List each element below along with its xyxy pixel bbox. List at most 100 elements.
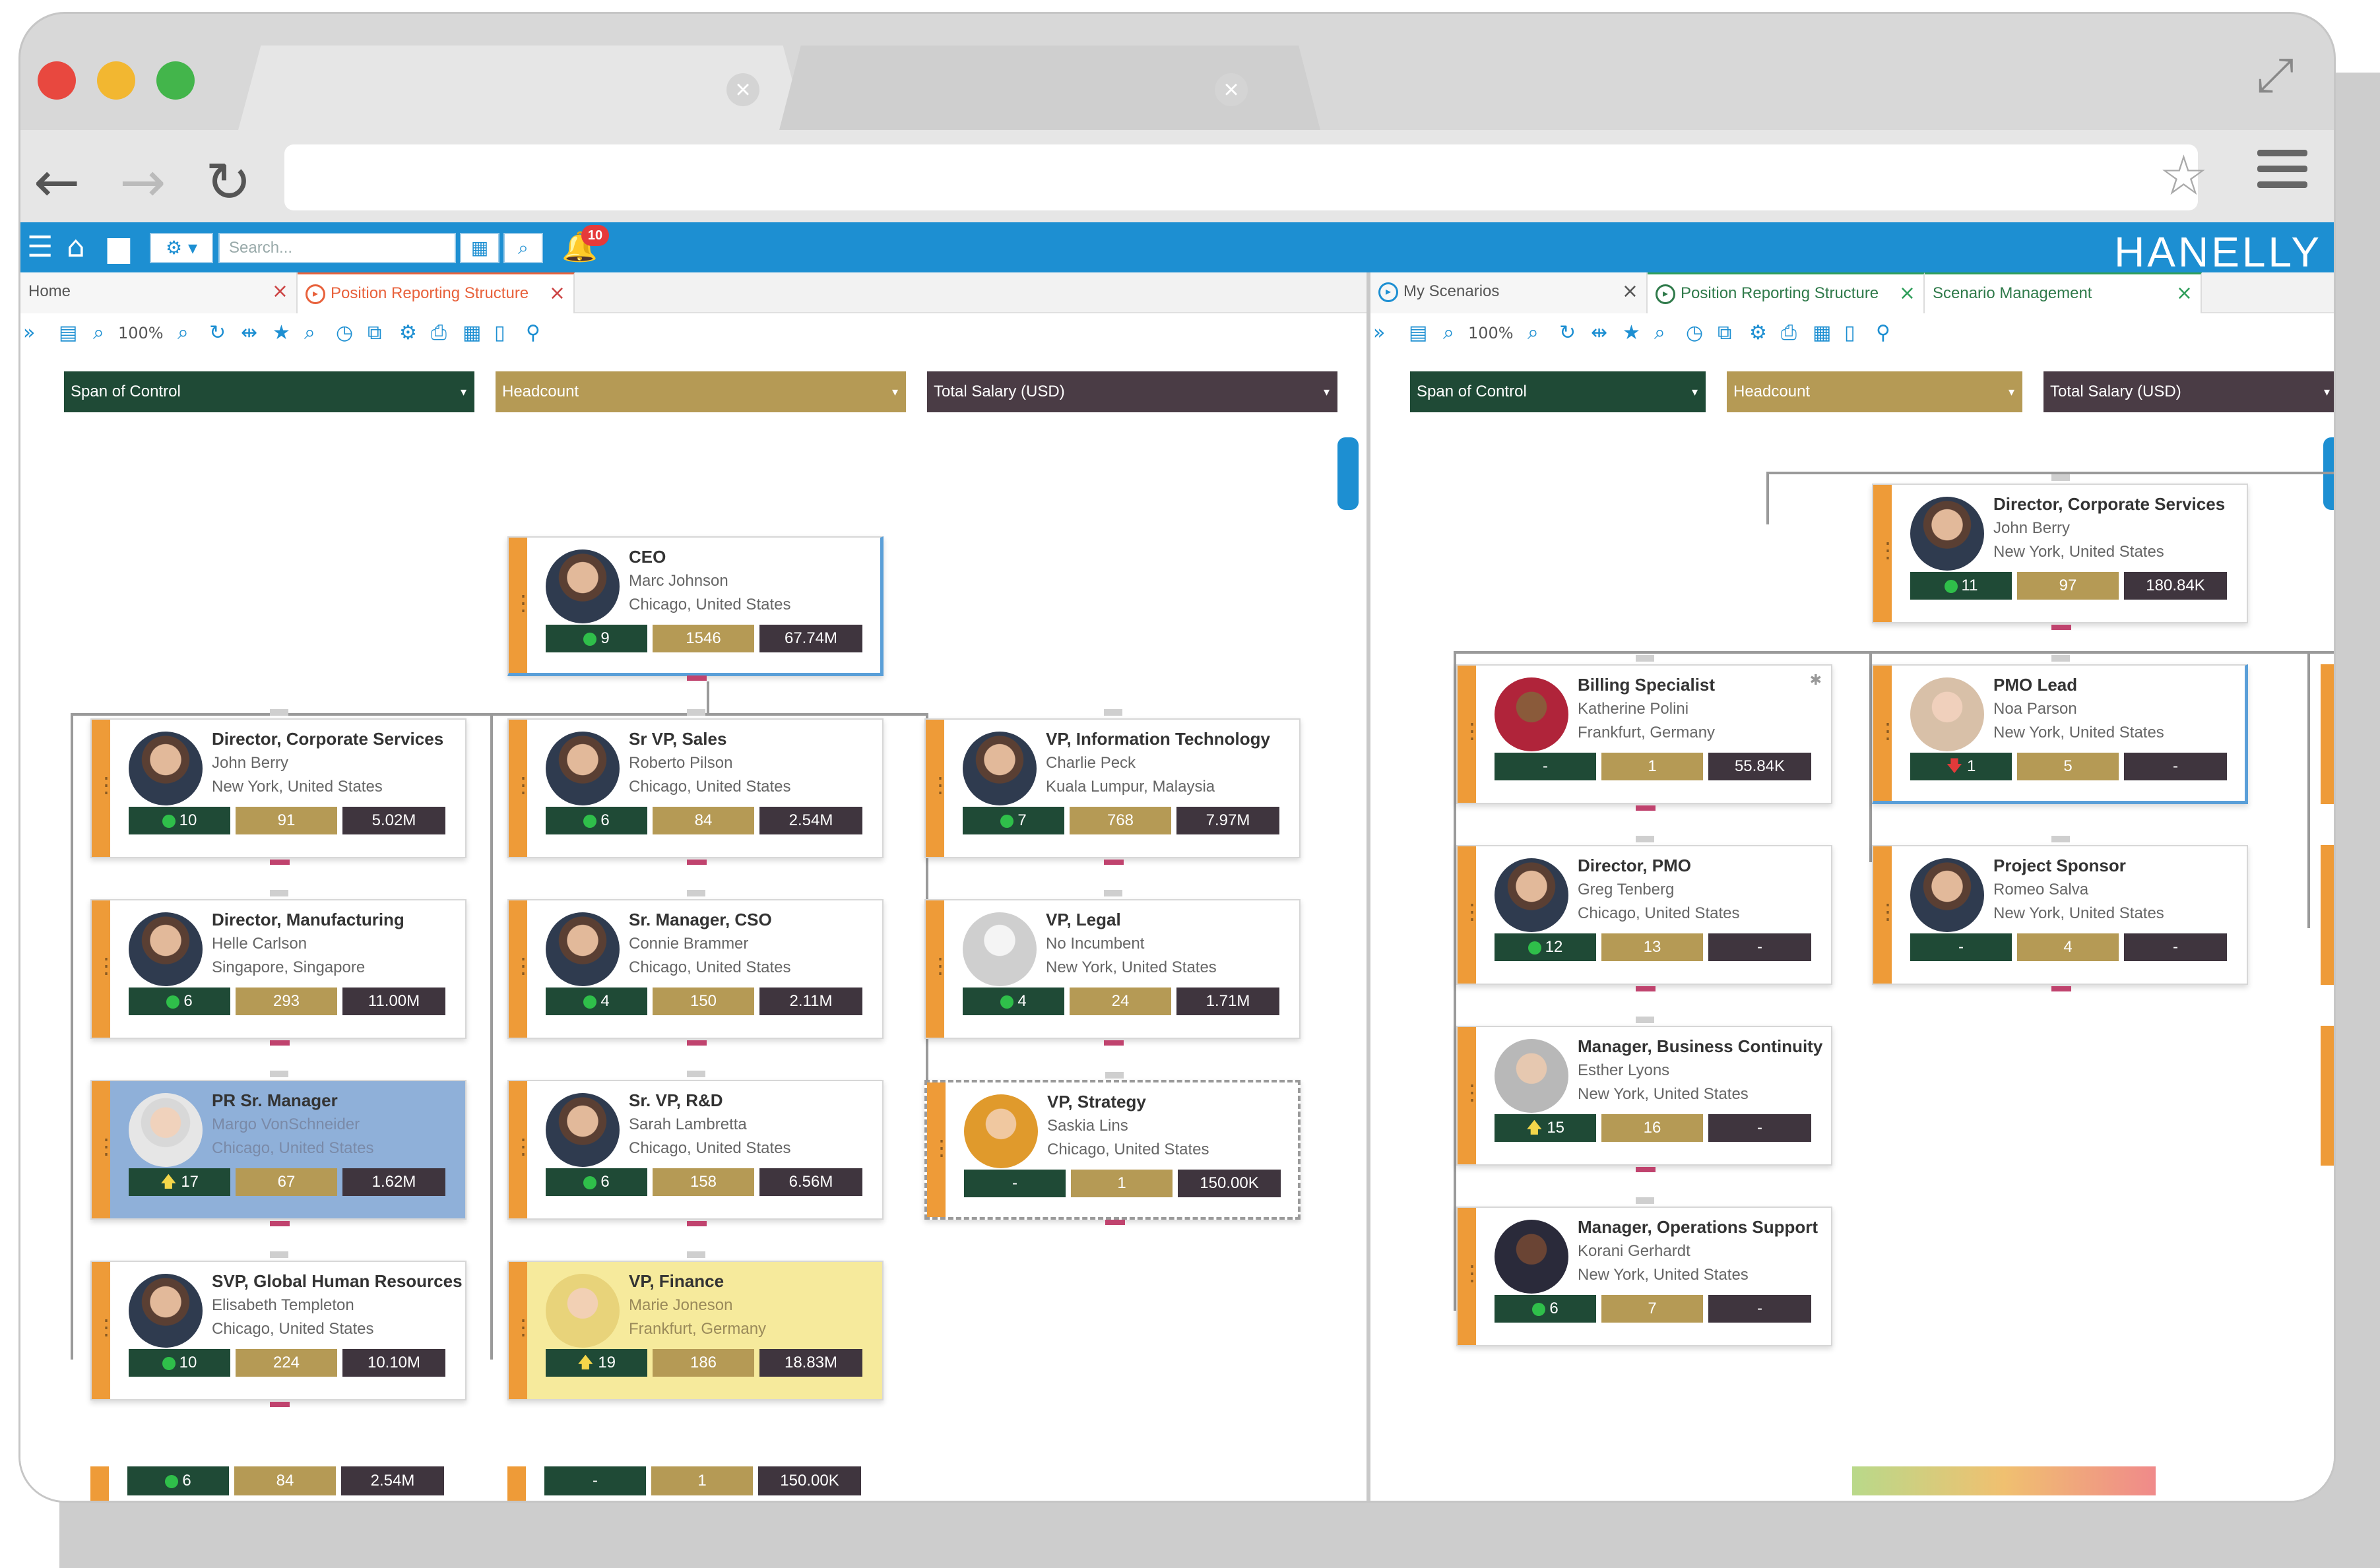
close-icon[interactable]: × xyxy=(1622,272,1638,311)
export-icon[interactable]: ▦ xyxy=(463,321,481,344)
browser-tab-2[interactable]: × xyxy=(779,46,1320,130)
expand-nub[interactable] xyxy=(1104,1040,1124,1046)
browser-tab-1[interactable]: × xyxy=(238,46,806,130)
tree-view-icon[interactable]: ▤ xyxy=(59,321,77,344)
org-card[interactable]: Director, Manufacturing Helle Carlson Si… xyxy=(90,890,466,1046)
tab-position-reporting[interactable]: ▸ Position Reporting Structure × xyxy=(298,272,575,313)
expand-nub[interactable] xyxy=(687,675,707,681)
expand-nub[interactable] xyxy=(2051,625,2071,630)
expand-nub[interactable] xyxy=(1636,805,1656,811)
metric-span-dropdown[interactable]: Span of Control ▾ xyxy=(64,371,474,412)
home-icon[interactable]: ⌂ xyxy=(67,232,85,263)
card-handle[interactable] xyxy=(92,900,117,1038)
search-icon[interactable]: ⌕ xyxy=(503,233,543,263)
zoom-out-icon[interactable]: ⌕ xyxy=(93,321,104,344)
zoom-out-icon[interactable]: ⌕ xyxy=(1443,321,1454,344)
collapse-icon[interactable]: » xyxy=(23,321,35,344)
org-card[interactable]: Billing Specialist Katherine Polini Fran… xyxy=(1456,655,1832,811)
close-icon[interactable]: × xyxy=(1899,274,1915,313)
org-card[interactable]: Manager, Operations Support Korani Gerha… xyxy=(1456,1197,1832,1346)
tab-home[interactable]: Home × xyxy=(20,272,298,313)
org-card[interactable]: VP, Strategy Saskia Lins Chicago, United… xyxy=(924,1072,1301,1225)
back-icon[interactable]: ← xyxy=(34,150,80,214)
org-card[interactable]: Director, PMO Greg Tenberg Chicago, Unit… xyxy=(1456,836,1832,991)
card-handle[interactable] xyxy=(1873,666,1898,801)
export-icon[interactable]: ▦ xyxy=(1813,321,1831,344)
document-icon[interactable]: ▆ xyxy=(108,232,130,263)
copy-icon[interactable]: ⧉ xyxy=(368,321,381,344)
pin-icon[interactable]: ⚲ xyxy=(526,321,540,344)
find-icon[interactable]: ⌕ xyxy=(1654,321,1665,344)
org-card[interactable]: VP, Legal No Incumbent New York, United … xyxy=(924,890,1301,1046)
metric-salary-dropdown[interactable]: Total Salary (USD) ▾ xyxy=(2043,371,2334,412)
org-card[interactable]: Sr. VP, R&D Sarah Lambretta Chicago, Uni… xyxy=(507,1071,884,1226)
print-icon[interactable]: ⎙ xyxy=(1781,321,1797,344)
expand-nub[interactable] xyxy=(1104,860,1124,865)
metric-headcount-dropdown[interactable]: Headcount ▾ xyxy=(1727,371,2022,412)
org-card[interactable]: Sr VP, Sales Roberto Pilson Chicago, Uni… xyxy=(507,709,884,865)
refresh-icon[interactable]: ↻ xyxy=(209,321,226,344)
settings-icon[interactable]: ⚙ xyxy=(399,321,417,344)
card-handle[interactable] xyxy=(1873,846,1898,984)
card-handle[interactable] xyxy=(509,1081,534,1218)
expand-nub[interactable] xyxy=(687,1221,707,1226)
card-handle[interactable] xyxy=(926,900,951,1038)
expand-nub[interactable] xyxy=(2051,986,2071,991)
org-card[interactable]: PR Sr. Manager Margo VonSchneider Chicag… xyxy=(90,1071,466,1226)
pdf-icon[interactable]: ▯ xyxy=(1844,321,1855,344)
card-handle[interactable] xyxy=(927,1082,952,1217)
org-card[interactable]: CEO Marc Johnson Chicago, United States … xyxy=(507,536,884,681)
search-scope-dropdown[interactable]: ⚙ ▾ xyxy=(150,233,213,263)
org-card[interactable]: Project Sponsor Romeo Salva New York, Un… xyxy=(1872,836,2248,991)
refresh-icon[interactable]: ↻ xyxy=(1559,321,1576,344)
card-handle[interactable] xyxy=(509,1262,534,1399)
clock-icon[interactable]: ◷ xyxy=(336,321,353,344)
copy-icon[interactable]: ⧉ xyxy=(1718,321,1731,344)
close-icon[interactable]: × xyxy=(272,272,288,311)
close-tab-icon[interactable]: × xyxy=(1215,73,1248,106)
find-icon[interactable]: ⌕ xyxy=(304,321,315,344)
card-handle[interactable] xyxy=(1458,1027,1483,1164)
pin-icon[interactable]: ⚲ xyxy=(1876,321,1890,344)
card-handle[interactable] xyxy=(926,720,951,857)
address-bar[interactable] xyxy=(284,144,2198,210)
org-card[interactable]: PMO Lead Noa Parson New York, United Sta… xyxy=(1872,655,2248,804)
org-card[interactable]: Sr. Manager, CSO Connie Brammer Chicago,… xyxy=(507,890,884,1046)
close-dot[interactable] xyxy=(38,61,76,100)
org-card[interactable]: Director, Corporate Services John Berry … xyxy=(1872,474,2248,630)
zoom-in-icon[interactable]: ⌕ xyxy=(177,321,189,344)
pdf-icon[interactable]: ▯ xyxy=(494,321,505,344)
tab-position-reporting[interactable]: ▸ Position Reporting Structure × xyxy=(1648,272,1925,313)
forward-icon[interactable]: → xyxy=(119,150,166,214)
hamburger-icon[interactable]: ☰ xyxy=(27,232,53,263)
close-tab-icon[interactable]: × xyxy=(726,73,759,106)
card-handle[interactable] xyxy=(1458,666,1483,803)
maximize-dot[interactable] xyxy=(156,61,195,100)
expand-nub[interactable] xyxy=(1636,986,1656,991)
fullscreen-icon[interactable]: ⤢ xyxy=(2256,47,2294,104)
expand-nub[interactable] xyxy=(1636,1167,1656,1172)
star-icon[interactable]: ★ xyxy=(1623,321,1640,344)
org-card[interactable]: VP, Information Technology Charlie Peck … xyxy=(924,709,1301,865)
fit-icon[interactable]: ⇹ xyxy=(1591,321,1607,344)
reload-icon[interactable]: ↻ xyxy=(205,150,251,214)
collapse-icon[interactable]: » xyxy=(1373,321,1385,344)
org-card[interactable]: VP, Finance Marie Joneson Frankfurt, Ger… xyxy=(507,1251,884,1400)
expand-nub[interactable] xyxy=(270,1221,290,1226)
org-card[interactable]: SVP, Global Human Resources Elisabeth Te… xyxy=(90,1251,466,1407)
close-icon[interactable]: × xyxy=(549,274,565,313)
panel-handle[interactable] xyxy=(1337,437,1359,510)
metric-span-dropdown[interactable]: Span of Control ▾ xyxy=(1410,371,1706,412)
metric-salary-dropdown[interactable]: Total Salary (USD) ▾ xyxy=(927,371,1337,412)
settings-icon[interactable]: ⚙ xyxy=(1749,321,1767,344)
card-handle[interactable] xyxy=(92,1262,117,1399)
search-input[interactable]: Search... xyxy=(218,233,456,263)
close-icon[interactable]: × xyxy=(2176,274,2193,313)
calendar-icon[interactable]: ▦ xyxy=(460,233,499,263)
expand-nub[interactable] xyxy=(687,860,707,865)
card-handle[interactable] xyxy=(509,538,534,673)
fit-icon[interactable]: ⇹ xyxy=(241,321,257,344)
minimize-dot[interactable] xyxy=(97,61,135,100)
card-handle[interactable] xyxy=(1458,846,1483,984)
metric-headcount-dropdown[interactable]: Headcount ▾ xyxy=(496,371,906,412)
